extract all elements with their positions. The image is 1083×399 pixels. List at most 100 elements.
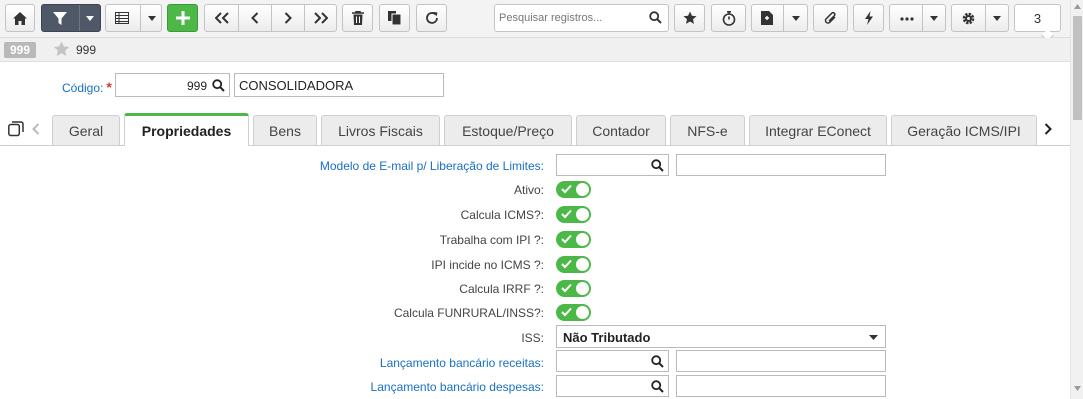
view-mode-button[interactable] bbox=[105, 4, 162, 32]
check-icon bbox=[561, 209, 572, 219]
trabalha-ipi-toggle[interactable] bbox=[556, 231, 591, 248]
lightning-icon bbox=[864, 11, 873, 25]
record-counter[interactable]: 3 bbox=[1014, 4, 1061, 32]
more-icon bbox=[900, 17, 914, 21]
lanc-receitas-label: Lançamento bancário receitas: bbox=[379, 356, 544, 370]
tab-propriedades[interactable]: Propriedades bbox=[124, 113, 249, 146]
attachment-button[interactable] bbox=[813, 4, 848, 32]
calcula-icms-toggle[interactable] bbox=[556, 206, 591, 223]
search-records-field[interactable] bbox=[494, 4, 669, 32]
modelo-email-field[interactable] bbox=[556, 154, 669, 176]
favorite-button[interactable] bbox=[674, 4, 705, 32]
check-icon bbox=[561, 307, 572, 317]
add-record-button[interactable] bbox=[167, 4, 198, 32]
codigo-field[interactable]: 999 bbox=[115, 73, 230, 97]
ativo-label: Ativo: bbox=[513, 183, 544, 197]
more-options-button[interactable] bbox=[889, 4, 946, 32]
lanc-despesas-label: Lançamento bancário despesas: bbox=[370, 380, 544, 394]
ativo-toggle[interactable] bbox=[556, 181, 591, 198]
tab-estoque-preco[interactable]: Estoque/Preço bbox=[444, 115, 572, 145]
tabs-bar: Geral Propriedades Bens Livros Fiscais E… bbox=[0, 113, 1070, 146]
timer-button[interactable] bbox=[711, 4, 746, 32]
lanc-despesas-description[interactable] bbox=[676, 375, 886, 397]
report-icon bbox=[761, 11, 773, 25]
home-icon bbox=[13, 11, 27, 25]
star-icon bbox=[683, 11, 696, 24]
search-icon[interactable] bbox=[651, 380, 664, 393]
last-record-button[interactable] bbox=[305, 5, 337, 31]
toggle-knob bbox=[576, 306, 589, 319]
ipi-incide-icms-toggle[interactable] bbox=[556, 256, 591, 273]
tab-integrar-econect[interactable]: Integrar EConect bbox=[749, 115, 887, 145]
first-record-button[interactable] bbox=[205, 5, 238, 31]
paperclip-icon bbox=[824, 11, 836, 24]
record-badge: 999 bbox=[4, 42, 37, 58]
iss-value: Não Tributado bbox=[563, 330, 651, 345]
report-button[interactable] bbox=[751, 4, 808, 32]
scroll-down-icon[interactable] bbox=[1074, 386, 1081, 391]
add-icon bbox=[175, 11, 190, 25]
lanc-receitas-field[interactable] bbox=[556, 350, 669, 372]
tab-contador[interactable]: Contador bbox=[576, 115, 666, 145]
tab-geracao-icms-ipi[interactable]: Geração ICMS/IPI bbox=[891, 115, 1037, 145]
search-icon[interactable] bbox=[212, 79, 225, 92]
ipi-incide-icms-label: IPI incide no ICMS ?: bbox=[431, 258, 544, 272]
previous-record-icon bbox=[251, 12, 259, 24]
search-icon[interactable] bbox=[649, 11, 662, 24]
calcula-funrural-toggle[interactable] bbox=[556, 304, 591, 321]
search-icon[interactable] bbox=[651, 159, 664, 172]
star-icon[interactable] bbox=[53, 41, 70, 57]
codigo-label-text: Código: bbox=[62, 81, 104, 95]
next-record-button[interactable] bbox=[272, 5, 304, 31]
chevron-down-icon[interactable] bbox=[86, 16, 94, 21]
actions-button[interactable] bbox=[853, 4, 884, 32]
record-navigation-group bbox=[204, 4, 337, 32]
filter-button[interactable] bbox=[41, 4, 101, 32]
scrollbar-thumb[interactable] bbox=[1073, 16, 1082, 120]
tab-nfse[interactable]: NFS-e bbox=[670, 115, 745, 145]
toggle-knob bbox=[576, 233, 589, 246]
scroll-up-icon[interactable] bbox=[1074, 4, 1081, 9]
tab-bens[interactable]: Bens bbox=[253, 115, 317, 145]
calcula-irrf-label: Calcula IRRF ?: bbox=[459, 282, 544, 296]
chevron-down-icon[interactable] bbox=[993, 16, 1001, 21]
main-toolbar: 3 bbox=[0, 0, 1070, 42]
tab-geral[interactable]: Geral bbox=[52, 115, 120, 145]
check-icon bbox=[561, 184, 572, 194]
first-record-icon bbox=[214, 12, 229, 24]
tab-livros-fiscais[interactable]: Livros Fiscais bbox=[321, 115, 440, 145]
vertical-scrollbar[interactable] bbox=[1070, 0, 1083, 399]
record-bar: 999 999 bbox=[0, 38, 1070, 62]
list-view-icon bbox=[115, 12, 129, 24]
search-input[interactable] bbox=[495, 5, 645, 31]
delete-button[interactable] bbox=[342, 4, 373, 32]
tabs-overview-icon[interactable] bbox=[8, 121, 24, 137]
modelo-email-description[interactable] bbox=[676, 154, 886, 176]
tabs-scroll-left-icon[interactable] bbox=[32, 123, 40, 135]
trabalha-ipi-label: Trabalha com IPI ?: bbox=[439, 233, 544, 247]
check-icon bbox=[561, 234, 572, 244]
codigo-label: Código: * bbox=[62, 79, 112, 95]
iss-select[interactable]: Não Tributado bbox=[556, 325, 886, 348]
toggle-knob bbox=[576, 183, 589, 196]
calcula-irrf-toggle[interactable] bbox=[556, 280, 591, 297]
chevron-down-icon[interactable] bbox=[148, 16, 156, 21]
search-icon[interactable] bbox=[651, 355, 664, 368]
home-button[interactable] bbox=[5, 4, 35, 32]
previous-record-button[interactable] bbox=[239, 5, 271, 31]
lanc-despesas-field[interactable] bbox=[556, 375, 669, 397]
copy-button[interactable] bbox=[379, 4, 410, 32]
refresh-button[interactable] bbox=[416, 4, 447, 32]
chevron-down-icon[interactable] bbox=[930, 16, 938, 21]
filter-icon bbox=[53, 12, 67, 25]
chevron-down-icon[interactable] bbox=[792, 16, 800, 21]
codigo-description-field[interactable]: CONSOLIDADORA bbox=[234, 73, 444, 97]
stopwatch-icon bbox=[722, 10, 735, 26]
check-icon bbox=[561, 283, 572, 293]
record-id: 999 bbox=[76, 43, 97, 57]
lanc-receitas-description[interactable] bbox=[676, 350, 886, 372]
copy-icon bbox=[388, 11, 401, 25]
settings-button[interactable] bbox=[951, 4, 1009, 32]
tabs-scroll-right-icon[interactable] bbox=[1044, 123, 1052, 135]
chevron-down-icon bbox=[869, 335, 878, 340]
